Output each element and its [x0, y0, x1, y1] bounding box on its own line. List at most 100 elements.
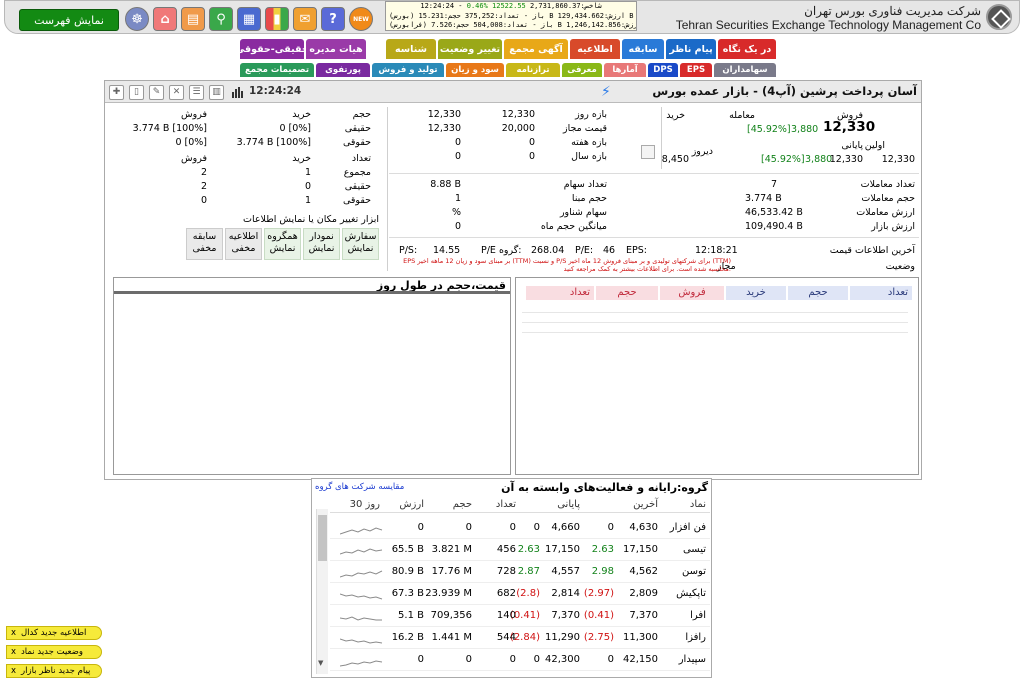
group-count: 0: [509, 654, 516, 665]
toggle-chart-button[interactable]: نمودار نمایش: [303, 228, 340, 260]
company-name: شرکت مدیریت فناوری بورس تهران Tehran Sec…: [675, 4, 981, 32]
tab-announcements[interactable]: اطلاعیه: [570, 39, 620, 59]
label-shares: تعداد سهام: [563, 179, 607, 190]
new-supervisor-message-notice[interactable]: x پیام جدید ناظر بازار: [6, 664, 102, 678]
tab-supervisor-message[interactable]: پیام ناظر: [666, 39, 716, 59]
group-close: 4,660: [551, 522, 580, 533]
close-icon[interactable]: x: [11, 627, 16, 639]
list-icon[interactable]: ☰: [189, 85, 204, 100]
tab-profit-loss[interactable]: سود و زیان: [446, 63, 504, 77]
chat-icon[interactable]: ✉: [293, 7, 317, 31]
group-scrollbar[interactable]: ▼: [316, 509, 328, 674]
tab-assembly-notice[interactable]: آگهی مجمع: [504, 39, 568, 59]
tab-history[interactable]: سابقه: [622, 39, 664, 59]
close-icon[interactable]: x: [11, 665, 16, 677]
label-allowed-price: قیمت مجاز: [563, 123, 607, 134]
group-last-change: (0.41): [583, 610, 614, 621]
calendar-icon[interactable]: [641, 145, 655, 159]
group-row[interactable]: سپیدار 42,150 0 42,300 0 0 0 0: [330, 649, 710, 671]
group-close: 11,290: [545, 632, 580, 643]
edit-icon[interactable]: ✎: [149, 85, 164, 100]
group-count: 140: [496, 610, 516, 621]
close-price: 12,330: [829, 154, 863, 165]
chart-board-icon[interactable]: ▦: [237, 7, 261, 31]
tab-introduction[interactable]: معرفی: [562, 63, 602, 77]
chart-icon[interactable]: ▥: [209, 85, 224, 100]
home-icon[interactable]: ⌂: [153, 7, 177, 31]
tab-eps[interactable]: EPS: [680, 63, 712, 77]
group-row[interactable]: رافزا 11,300 (2.75) 11,290 (2.84) 544 1.441 M1…: [330, 627, 710, 649]
label-group-pe: P/E گروه:: [481, 245, 522, 256]
search-icon[interactable]: ⚲: [209, 7, 233, 31]
tab-shareholders[interactable]: سهامداران: [714, 63, 776, 77]
trade-count: 7: [771, 179, 778, 190]
add-icon[interactable]: ✚: [109, 85, 124, 100]
tab-dps[interactable]: DPS: [648, 63, 678, 77]
compare-companies-link[interactable]: مقایسه شرکت های گروه: [315, 482, 404, 492]
group-row[interactable]: تیسی 17,150 2.63 17,150 2.63 456 3.821 M 65.5 B: [330, 539, 710, 561]
scroll-thumb[interactable]: [318, 515, 327, 561]
document-icon[interactable]: ▯: [129, 85, 144, 100]
group-close: 4,557: [551, 566, 580, 577]
yesterday-price: 8,450: [661, 154, 689, 165]
new-codal-notice[interactable]: x اطلاعیه جدید کدال: [6, 626, 102, 640]
week-range-min: 0: [454, 137, 461, 148]
label-rl-sell: فروش: [181, 109, 207, 120]
toggle-history-button[interactable]: سابقه مخفی: [186, 228, 223, 260]
group-last: 11,300: [623, 632, 658, 643]
group-count: 682: [496, 588, 516, 599]
tab-at-a-glance[interactable]: در یک نگاه: [718, 39, 776, 59]
tools-icon[interactable]: ✕: [169, 85, 184, 100]
tab-balance-sheet[interactable]: ترازنامه: [506, 63, 560, 77]
group-row[interactable]: توسن 4,562 2.98 4,557 2.87 728 17.76 M 80.9 B: [330, 561, 710, 583]
col-last: آخرین: [633, 499, 658, 510]
book-header-buy-volume: حجم: [788, 286, 848, 300]
allowed-min: 12,330: [427, 123, 461, 134]
table-icon[interactable]: ▤: [181, 7, 205, 31]
market-value: 109,490.4 B: [745, 221, 803, 232]
group-last: 2,809: [629, 588, 658, 599]
lightning-icon: ⚡: [601, 84, 611, 100]
group-close-change: 0: [533, 522, 540, 533]
group-count: 456: [496, 544, 516, 555]
tab-statistics[interactable]: آمارها: [604, 63, 646, 77]
tab-production-sales[interactable]: تولید و فروش: [372, 63, 444, 77]
label-rl-legal-2: حقوقی: [342, 195, 371, 206]
group-last-change: 0: [607, 654, 614, 665]
toggle-orders-button[interactable]: سفارش نمایش: [342, 228, 379, 260]
new-symbol-status-notice[interactable]: x وضعیت جدید نماد: [6, 645, 102, 659]
group-row[interactable]: افرا 7,370 (0.41) 7,370 (0.41) 140 709,356 5.1 …: [330, 605, 710, 627]
label-trade-value: ارزش معاملات: [856, 207, 915, 218]
tab-identifier[interactable]: شناسه: [386, 39, 436, 59]
group-title: گروه:رایانه و فعالیت‌های وابسته به آن: [501, 481, 708, 494]
float-shares: %: [451, 207, 461, 218]
help-icon[interactable]: ?: [321, 7, 345, 31]
tab-real-legal[interactable]: حقیقی-حقوقی: [235, 39, 309, 59]
group-count: 0: [509, 522, 516, 533]
label-rl-count: تعداد: [351, 153, 371, 164]
sparkline-30day: [340, 593, 383, 600]
toggle-group-button[interactable]: همگروه نمایش: [264, 228, 301, 260]
group-value: 0: [417, 654, 424, 665]
cnt-legal-sell: 0: [200, 195, 207, 206]
vol-real-sell: 3.774 B [100%]: [132, 123, 207, 134]
show-list-button[interactable]: نمایش فهرست: [19, 9, 119, 31]
tab-board[interactable]: هیات مدیره: [306, 39, 366, 59]
bar-chart-icon[interactable]: ▮: [265, 7, 289, 31]
group-count: 728: [496, 566, 516, 577]
label-rl-sell-2: فروش: [181, 153, 207, 164]
tab-portfolio[interactable]: پورتفوی: [316, 63, 370, 77]
stock-detail-panel: ✚ ▯ ✎ ✕ ☰ ▥ 12:24:24 ⚡ آسان پرداخت پرشین…: [104, 80, 922, 480]
close-icon[interactable]: x: [11, 646, 16, 658]
group-row[interactable]: فن افزار 4,630 0 4,660 0 0 0 0: [330, 517, 710, 539]
new-badge-icon[interactable]: NEW: [349, 7, 373, 31]
tab-assembly-decisions[interactable]: تصمیمات مجمع: [240, 63, 314, 77]
brain-icon[interactable]: ☸: [125, 7, 149, 31]
group-row[interactable]: تاپکیش 2,809 (2.97) 2,814 (2.8) 682 23.939 M 67…: [330, 583, 710, 605]
label-trade: معامله: [729, 110, 755, 121]
scroll-down-arrow-icon[interactable]: ▼: [318, 659, 323, 667]
stock-title: آسان پرداخت پرشین (آپ4) - بازار عمده بور…: [652, 84, 917, 98]
toggle-announcements-button[interactable]: اطلاعیه مخفی: [225, 228, 262, 260]
book-row: [522, 324, 908, 333]
tab-status-change[interactable]: تغییر وضعیت: [438, 39, 502, 59]
